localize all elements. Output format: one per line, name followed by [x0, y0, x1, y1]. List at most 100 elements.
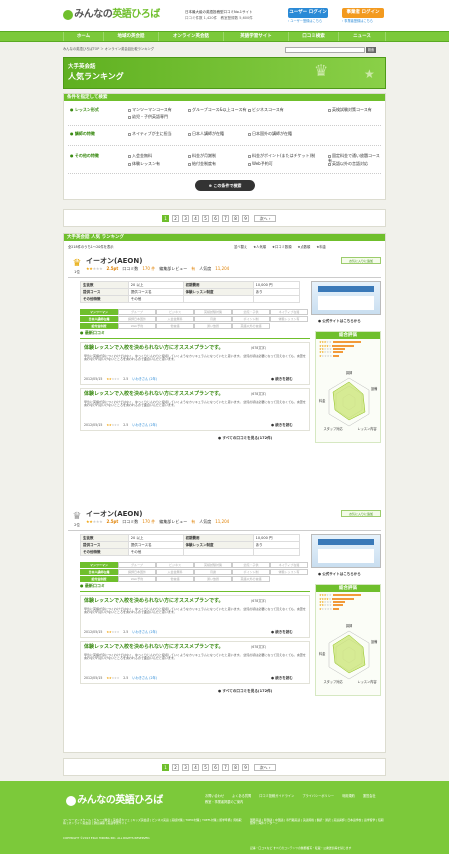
school-info-table: 生徒数 20 以上 初期費用 10,000 円 提供コース 提供コース名 体験レッスン制度…	[80, 533, 301, 557]
svg-text:講師: 講師	[346, 623, 353, 628]
nav-online[interactable]: オンライン英会話	[158, 32, 223, 41]
user-login-button[interactable]: ユーザー ログイン	[288, 8, 328, 18]
pagination-top: 1 2 3 4 5 6 7 8 9 次へ ›	[63, 209, 386, 227]
footer-link[interactable]: 利用規約	[342, 794, 355, 799]
site-stats: 口コミ件数 1,420件 教室登録数 5,600件	[185, 16, 253, 20]
filter-option[interactable]: マンツーマンコース有	[128, 107, 172, 113]
footer-link[interactable]: 口コミ投稿ガイドライン	[259, 794, 294, 799]
hero-line1: 大手英会話	[68, 64, 96, 70]
read-more-link[interactable]: ● 続きを読む	[271, 630, 293, 634]
filter-option[interactable]: Web予約可	[248, 161, 273, 167]
page-link[interactable]: 9	[242, 764, 249, 771]
page-link[interactable]: 3	[182, 215, 189, 222]
footer-link[interactable]: お問い合わせ	[205, 794, 224, 799]
school-screenshot[interactable]	[311, 534, 381, 568]
filter-option[interactable]: 英検試験対策コース有	[328, 107, 372, 113]
official-site-link[interactable]: ● 公式サイトはこちらから	[318, 319, 361, 323]
footer-link[interactable]: 教室・事業者掲載のご案内	[205, 800, 243, 805]
nav-study-sites[interactable]: 英語学習サイト	[223, 32, 288, 41]
sort-score[interactable]: ★点数順	[298, 245, 311, 250]
page-link[interactable]: 7	[222, 215, 229, 222]
nav-news[interactable]: ニュース	[338, 32, 386, 41]
page-link[interactable]: 1	[162, 215, 169, 222]
nav-local[interactable]: 地域の英会話	[103, 32, 158, 41]
read-more-link[interactable]: ● 続きを読む	[271, 377, 293, 381]
page-link[interactable]: 4	[192, 215, 199, 222]
site-logo[interactable]: みんなの英語ひろば	[63, 9, 160, 21]
search-submit-button[interactable]: ⊕ この条件で検索	[195, 180, 255, 191]
search-button[interactable]: 検索	[366, 47, 376, 53]
footer-links: お問い合わせ よくある質問 口コミ投稿ガイドライン プライバシーポリシー 利用規…	[205, 794, 385, 805]
review-title[interactable]: 体験レッスンで入校を決められない方にオススメプランです。	[84, 345, 224, 352]
footer-link[interactable]: 運営会社	[363, 794, 376, 799]
page-link[interactable]: 6	[212, 764, 219, 771]
footer-logo[interactable]: みんなの英語ひろば	[66, 795, 163, 807]
page-link[interactable]: 2	[172, 764, 179, 771]
filter-option[interactable]: 日本国外の講師が在籍	[248, 131, 292, 137]
all-reviews-link[interactable]: ● すべての口コミを見る(172件)	[218, 436, 272, 440]
nav-review-search[interactable]: 口コミ検索	[288, 32, 338, 41]
review-title[interactable]: 体験レッスンで入校を決められない方にオススメプランです。	[84, 598, 224, 605]
school-name[interactable]: イーオン(AEON)	[86, 510, 142, 518]
next-page-link[interactable]: 次へ ›	[254, 764, 276, 771]
page-link[interactable]: 2	[172, 215, 179, 222]
footer-link[interactable]: よくある質問	[232, 794, 251, 799]
school-register-link[interactable]: › 事業者登録はこちら	[342, 19, 373, 24]
page-link[interactable]: 8	[232, 215, 239, 222]
sort-reviews[interactable]: ★口コミ数順	[272, 245, 291, 250]
review-title[interactable]: 体験レッスンで入校を決められない方にオススメプランです。	[84, 391, 224, 398]
page-link[interactable]: 8	[232, 764, 239, 771]
page-link[interactable]: 5	[202, 215, 209, 222]
filter-option[interactable]: 日本人講師が在籍	[188, 131, 224, 137]
read-more-link[interactable]: ● 続きを読む	[271, 676, 293, 680]
global-nav: ホーム 地域の英会話 オンライン英会話 英語学習サイト 口コミ検索 ニュース	[0, 31, 449, 42]
page-link[interactable]: 9	[242, 215, 249, 222]
page-link[interactable]: 5	[202, 764, 209, 771]
sort-popular[interactable]: ★人気順	[253, 245, 266, 250]
filter-option[interactable]: 体験レッスン有	[128, 161, 160, 167]
filter-option[interactable]: ビジネスコース有	[248, 107, 284, 113]
filter-option[interactable]: 給付金制度有	[188, 161, 216, 167]
filter-option[interactable]: 料金がポイント(またはチケット)制	[248, 153, 315, 159]
all-reviews-link[interactable]: ● すべての口コミを見る(172件)	[218, 689, 272, 693]
review-title[interactable]: 体験レッスンで入校を決められない方にオススメプランです。	[84, 644, 224, 651]
filter-option[interactable]: 英語以外の言語対応	[328, 161, 368, 167]
review-body: 早急に英語が身につくわけではなく、ゆっくりじんわりと吸収していくようなカリキュラ…	[84, 607, 306, 615]
rating-stars: ★★★★★	[86, 266, 103, 271]
ranking-panel: 大手英会話 人気 ランキング 全218件のうち1〜20件を表示 並べ替え ★人気…	[63, 233, 386, 753]
nav-home[interactable]: ホーム	[63, 32, 103, 41]
favorite-button[interactable]: お気に入りに追加	[341, 257, 381, 264]
page-link[interactable]: 6	[212, 215, 219, 222]
filter-option[interactable]: 入会金無料	[128, 153, 152, 159]
filter-option[interactable]: 幼児・子供英語専門	[128, 114, 168, 120]
sort-price[interactable]: ★料金	[316, 245, 326, 250]
filter-header: 条件を指定して検索	[64, 94, 385, 102]
feature-tags: マンツーマン グループ ビジネス 英検試験対策 幼児・子供 ネイティブ在籍 日本人講師在籍…	[80, 309, 310, 330]
svg-text:料金: 料金	[319, 651, 326, 656]
page-link[interactable]: 3	[182, 764, 189, 771]
footer-categories-2[interactable]: 国際英語 | 韓国語 | 中国語 | 専門職英語 | 英語資格 | 翻訳・通訳 …	[250, 818, 386, 825]
read-more-link[interactable]: ● 続きを読む	[271, 423, 293, 427]
star-icon: ★	[364, 67, 375, 81]
favorite-button[interactable]: お気に入りに追加	[341, 510, 381, 517]
footer-categories[interactable]: マンツーマンスクール | グループ教室 | 英会話カフェ | キッズ英会話 | …	[63, 818, 243, 825]
user-register-link[interactable]: › ユーザー登録はこちら	[288, 19, 322, 24]
svg-text:レッスン内容: レッスン内容	[357, 426, 377, 431]
page-link[interactable]: 1	[162, 764, 169, 771]
school-info-table: 生徒数 20 以上 初期費用 10,000 円 提供コース 提供コース名 体験レッスン制度…	[80, 280, 301, 304]
hero-banner: 大手英会話 人気ランキング ♛ ★	[63, 57, 386, 89]
page-link[interactable]: 4	[192, 764, 199, 771]
next-page-link[interactable]: 次へ ›	[254, 215, 276, 222]
page-link[interactable]: 7	[222, 764, 229, 771]
official-site-link[interactable]: ● 公式サイトはこちらから	[318, 572, 361, 576]
review-body: 早急に英語が身につくわけではなく、ゆっくりじんわりと吸収していくようなカリキュラ…	[84, 354, 306, 362]
breadcrumb[interactable]: みんなの英語ひろばTOP ＞ オンライン英会話比較ランキング	[63, 47, 154, 52]
school-screenshot[interactable]	[311, 281, 381, 315]
filter-option[interactable]: ネイティブが主に担当	[128, 131, 172, 137]
school-name[interactable]: イーオン(AEON)	[86, 257, 142, 265]
footer-link[interactable]: プライバシーポリシー	[302, 794, 334, 799]
search-input[interactable]	[285, 47, 365, 53]
filter-option[interactable]: グループコース&以上コース有	[188, 107, 246, 113]
filter-option[interactable]: 料金が月謝制	[188, 153, 216, 159]
school-login-button[interactable]: 事業者 ログイン	[342, 8, 384, 18]
